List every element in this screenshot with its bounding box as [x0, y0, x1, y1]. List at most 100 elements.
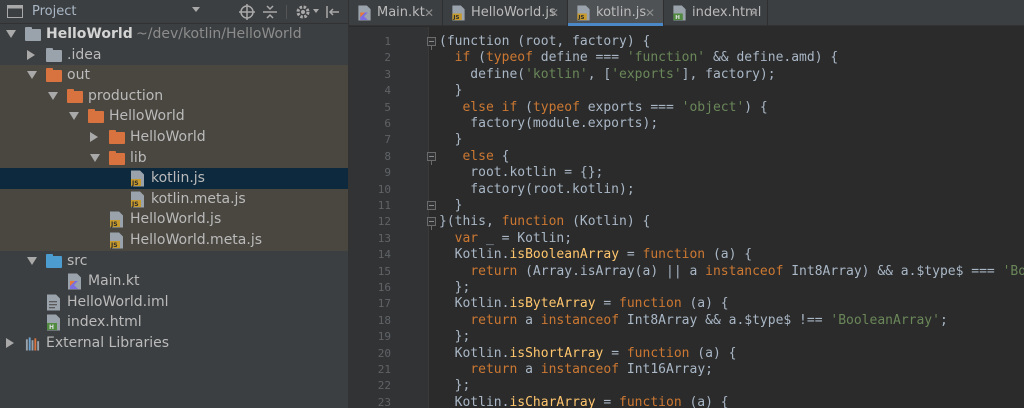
folder-icon — [25, 27, 41, 41]
code-line: }; — [439, 280, 471, 296]
chevron-right-icon[interactable] — [27, 49, 35, 60]
line-number: 7 — [384, 133, 391, 147]
code-line: return a instanceof Int8Array && a.$type… — [439, 312, 948, 329]
tree-item-label: lib — [130, 149, 147, 166]
code-token: Kotlin. — [439, 345, 510, 361]
code-token: ; — [939, 312, 948, 328]
fold-marker-icon[interactable] — [427, 151, 436, 165]
tree-item[interactable]: JS HelloWorld.meta.js — [0, 230, 348, 251]
svg-text:H: H — [49, 324, 54, 331]
tab-kotlin-js[interactable]: JS kotlin.js ✕ — [568, 0, 664, 26]
chevron-down-icon[interactable] — [90, 153, 100, 162]
code-line: } — [439, 132, 463, 148]
tree-item-label: src — [67, 252, 88, 269]
line-number: 13 — [377, 231, 391, 245]
line-number: 3 — [384, 67, 391, 81]
chevron-down-icon[interactable] — [192, 7, 200, 12]
code-token: Int8Array && a.$type$ !== — [619, 312, 831, 328]
folder-icon — [46, 68, 62, 83]
svg-text:JS: JS — [131, 180, 139, 187]
code-area[interactable]: (function (root, factory) { if (typeof d… — [439, 27, 1024, 408]
fold-end-marker-icon[interactable] — [427, 201, 436, 210]
chevron-right-icon[interactable] — [6, 338, 14, 348]
js-file-icon: JS — [131, 170, 144, 187]
gear-icon[interactable] — [294, 3, 312, 21]
tree-item[interactable]: .idea — [0, 45, 348, 66]
code-token: a — [517, 312, 541, 328]
code-token: exports === — [579, 99, 682, 115]
fold-marker-icon[interactable] — [427, 217, 436, 231]
tab-main-kt[interactable]: Main.kt ✕ — [349, 0, 443, 26]
close-icon[interactable]: ✕ — [645, 6, 655, 20]
tree-item[interactable]: HelloWorld — [0, 127, 348, 148]
code-line: Kotlin.isByteArray = function (a) { — [439, 296, 729, 312]
tree-item-label: .idea — [67, 46, 102, 63]
code-token: } — [439, 83, 463, 99]
tree-item[interactable]: HelloWorld ~/dev/kotlin/HelloWorld — [0, 24, 348, 45]
code-token: else — [462, 148, 494, 164]
line-number: 8 — [384, 149, 391, 163]
tree-item[interactable]: External Libraries — [0, 333, 348, 354]
project-panel-title[interactable]: Project — [32, 4, 76, 19]
line-number: 22 — [377, 379, 391, 393]
close-icon[interactable]: ✕ — [549, 6, 559, 20]
code-line: }; — [439, 378, 471, 394]
tab-helloworld-js[interactable]: JS HelloWorld.js ✕ — [443, 0, 568, 26]
chevron-down-icon[interactable] — [27, 256, 37, 265]
code-token: a — [517, 362, 541, 377]
code-token: } — [439, 198, 463, 213]
folder-icon — [109, 150, 125, 165]
chevron-down-icon[interactable] — [69, 112, 79, 121]
chevron-down-icon[interactable] — [48, 91, 58, 100]
line-number: 6 — [384, 117, 391, 130]
code-token: 'BooleanArray' — [830, 312, 940, 328]
fold-marker-icon[interactable] — [427, 37, 436, 50]
code-line: return a instanceof Int16Array; — [439, 362, 713, 378]
hide-panel-icon[interactable] — [324, 3, 342, 21]
tree-item[interactable]: Hindex.html — [0, 312, 348, 333]
code-token: }; — [439, 280, 471, 295]
code-token: function — [626, 345, 690, 361]
tree-item[interactable]: HelloWorld — [0, 106, 348, 128]
code-line: factory(root.kotlin); — [439, 182, 634, 198]
project-view-icon — [7, 5, 23, 18]
tree-item-label: HelloWorld — [109, 108, 185, 125]
tree-item[interactable]: lib — [0, 147, 348, 169]
code-token: if — [454, 50, 471, 66]
code-token: ) { — [744, 99, 768, 115]
chevron-down-icon[interactable] — [6, 30, 16, 38]
collapse-all-icon[interactable] — [261, 3, 279, 21]
close-icon[interactable]: ✕ — [749, 6, 759, 20]
gear-dropdown-icon[interactable] — [313, 9, 319, 13]
editor: Main.kt ✕ JS HelloWorld.js ✕ JS kotlin.js ✕ Hind… — [348, 0, 1024, 408]
code-token: Kotlin. — [439, 296, 510, 312]
tab-label: Main.kt — [377, 5, 425, 20]
chevron-down-icon[interactable] — [27, 71, 37, 80]
tree-item[interactable]: JS kotlin.meta.js — [0, 188, 348, 210]
code-token: (a) { — [681, 394, 729, 408]
tree-item[interactable]: HelloWorld.iml — [0, 292, 348, 313]
line-number-gutter: 123456789101112131415161718192021222324 — [349, 27, 436, 408]
tree-item[interactable]: JS kotlin.js — [0, 168, 348, 190]
code-token: define === — [532, 50, 627, 66]
code-token: isByteArray — [509, 296, 596, 312]
tab-index-html[interactable]: Hindex.html ✕ — [664, 0, 768, 26]
folder-icon — [109, 130, 125, 144]
tree-item[interactable]: Main.kt — [0, 271, 348, 292]
tree-item-label: HelloWorld.js — [130, 211, 222, 228]
tree-item[interactable]: out — [0, 65, 348, 87]
tree-item[interactable]: production — [0, 85, 348, 107]
line-number: 2 — [384, 51, 391, 65]
chevron-right-icon[interactable] — [90, 132, 98, 142]
close-icon[interactable]: ✕ — [424, 6, 434, 20]
code-line: }; — [439, 329, 471, 345]
tree-item[interactable]: src — [0, 251, 348, 272]
tree-item[interactable]: JS HelloWorld.js — [0, 209, 348, 231]
scroll-from-source-icon[interactable] — [238, 3, 256, 21]
